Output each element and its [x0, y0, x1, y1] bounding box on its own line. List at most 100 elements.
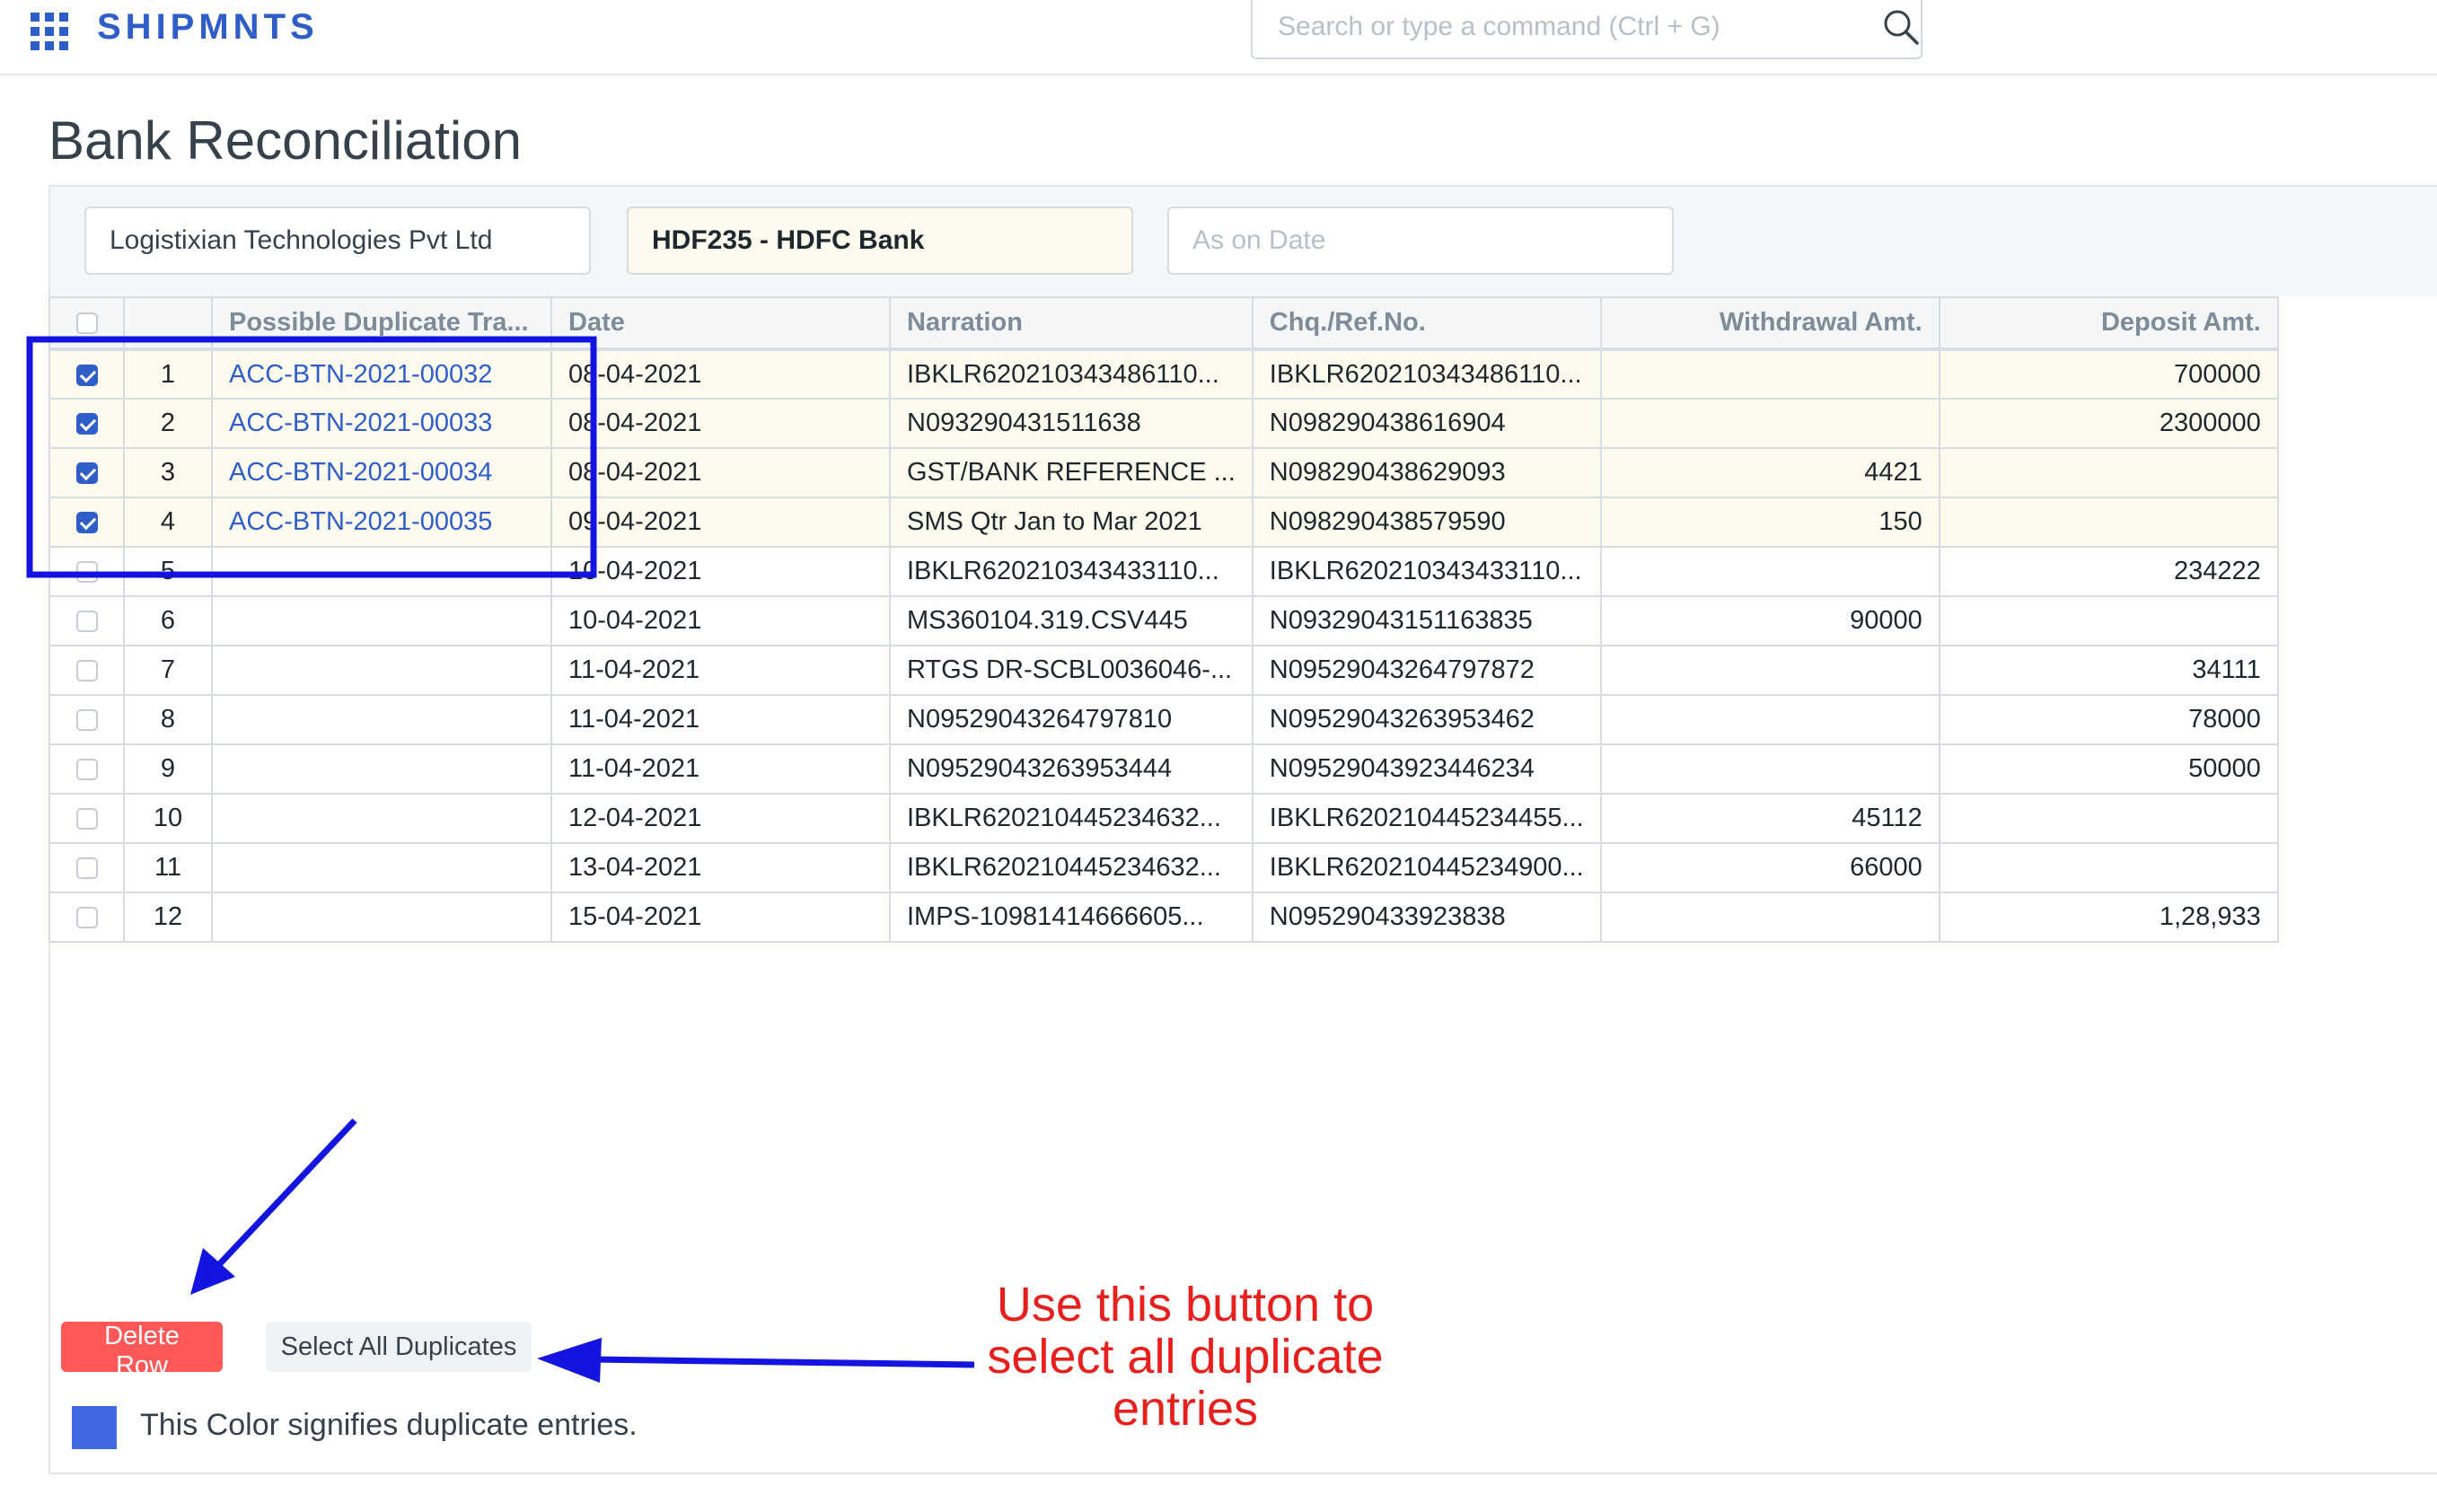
deposit-cell[interactable]: 34111 — [1938, 645, 2279, 696]
withdrawal-cell[interactable] — [1599, 348, 1940, 400]
table-row[interactable]: 7 11-04-2021 RTGS DR-SCBL0036046-... N09529… — [48, 645, 2279, 696]
row-checkbox[interactable] — [75, 462, 98, 485]
withdrawal-cell[interactable]: 150 — [1599, 497, 1940, 548]
ref-no-cell[interactable]: N09529043923446234 — [1251, 743, 1602, 795]
ref-no-cell[interactable]: IBKLR620210343433110... — [1251, 546, 1602, 597]
search-input[interactable] — [1276, 5, 1854, 48]
deposit-cell[interactable]: 1,28,933 — [1938, 892, 2279, 943]
narration-cell[interactable]: IBKLR620210445234632... — [889, 793, 1254, 844]
narration-cell[interactable]: IMPS-10981414666605... — [889, 892, 1254, 943]
withdrawal-cell[interactable] — [1599, 398, 1940, 449]
withdrawal-cell[interactable] — [1599, 546, 1940, 597]
date-cell[interactable]: 12-04-2021 — [550, 793, 891, 844]
withdrawal-cell[interactable] — [1599, 694, 1940, 745]
row-checkbox[interactable] — [75, 561, 98, 584]
table-row[interactable]: 2 ACC-BTN-2021-00033 08-04-2021 N0932904315… — [48, 398, 2279, 449]
ref-no-cell[interactable]: IBKLR620210445234455... — [1251, 793, 1602, 844]
narration-cell[interactable]: N09529043264797810 — [889, 694, 1254, 745]
date-cell[interactable]: 11-04-2021 — [550, 743, 891, 795]
date-cell[interactable]: 13-04-2021 — [550, 842, 891, 893]
ref-no-cell[interactable]: N095290433923838 — [1251, 892, 1602, 943]
narration-cell[interactable]: IBKLR620210343433110... — [889, 546, 1254, 597]
withdrawal-cell[interactable] — [1599, 743, 1940, 795]
deposit-cell[interactable]: 50000 — [1938, 743, 2279, 795]
header-narration[interactable]: Narration — [889, 296, 1254, 351]
table-row[interactable]: 3 ACC-BTN-2021-00034 08-04-2021 GST/BANK RE… — [48, 447, 2279, 498]
ref-no-cell[interactable]: N098290438629093 — [1251, 447, 1602, 498]
ref-no-cell[interactable]: N09329043151163835 — [1251, 595, 1602, 646]
apps-grid-icon[interactable] — [31, 13, 68, 50]
deposit-cell[interactable] — [1938, 497, 2279, 548]
row-checkbox-cell[interactable] — [48, 842, 125, 893]
narration-cell[interactable]: SMS Qtr Jan to Mar 2021 — [889, 497, 1254, 548]
possible-duplicate-cell[interactable] — [211, 595, 552, 646]
narration-cell[interactable]: GST/BANK REFERENCE ... — [889, 447, 1254, 498]
deposit-cell[interactable] — [1938, 842, 2279, 893]
deposit-cell[interactable]: 2300000 — [1938, 398, 2279, 449]
header-date[interactable]: Date — [550, 296, 891, 351]
possible-duplicate-cell[interactable]: ACC-BTN-2021-00032 — [211, 348, 552, 400]
date-cell[interactable]: 10-04-2021 — [550, 546, 891, 597]
narration-cell[interactable]: IBKLR620210343486110... — [889, 348, 1254, 400]
table-row[interactable]: 1 ACC-BTN-2021-00032 08-04-2021 IBKLR620210… — [48, 348, 2279, 400]
row-checkbox-cell[interactable] — [48, 793, 125, 844]
row-checkbox-cell[interactable] — [48, 348, 125, 400]
row-checkbox-cell[interactable] — [48, 743, 125, 795]
ref-no-cell[interactable]: N09529043263953462 — [1251, 694, 1602, 745]
bank-account-field[interactable]: HDF235 - HDFC Bank — [627, 207, 1133, 275]
possible-duplicate-cell[interactable] — [211, 793, 552, 844]
deposit-cell[interactable]: 700000 — [1938, 348, 2279, 400]
possible-duplicate-cell[interactable]: ACC-BTN-2021-00034 — [211, 447, 552, 498]
date-cell[interactable]: 08-04-2021 — [550, 447, 891, 498]
as-on-date-field[interactable]: As on Date — [1167, 207, 1674, 275]
possible-duplicate-cell[interactable]: ACC-BTN-2021-00035 — [211, 497, 552, 548]
row-checkbox[interactable] — [75, 413, 98, 435]
row-checkbox-cell[interactable] — [48, 645, 125, 696]
search-icon[interactable] — [1881, 7, 1921, 47]
row-checkbox[interactable] — [75, 808, 98, 831]
table-row[interactable]: 11 13-04-2021 IBKLR620210445234632... IBKLR… — [48, 842, 2279, 893]
row-checkbox[interactable] — [75, 611, 98, 633]
ref-no-cell[interactable]: N095290432647978​72 — [1251, 645, 1602, 696]
row-checkbox-cell[interactable] — [48, 447, 125, 498]
header-withdrawal[interactable]: Withdrawal Amt. — [1599, 296, 1940, 351]
deposit-cell[interactable] — [1938, 447, 2279, 498]
date-cell[interactable]: 08-04-2021 — [550, 398, 891, 449]
duplicate-link[interactable]: ACC-BTN-2021-00033 — [229, 409, 492, 437]
table-row[interactable]: 12 15-04-2021 IMPS-10981414666605... N09529… — [48, 892, 2279, 943]
delete-row-button[interactable]: Delete Row — [61, 1322, 223, 1380]
date-cell[interactable]: 15-04-2021 — [550, 892, 891, 943]
deposit-cell[interactable]: 234222 — [1938, 546, 2279, 597]
row-checkbox[interactable] — [75, 759, 98, 781]
possible-duplicate-cell[interactable] — [211, 694, 552, 745]
narration-cell[interactable]: N09529043263953444 — [889, 743, 1254, 795]
possible-duplicate-cell[interactable]: ACC-BTN-2021-00033 — [211, 398, 552, 449]
select-all-checkbox-cell[interactable] — [48, 296, 125, 351]
row-checkbox[interactable] — [75, 857, 98, 880]
search-box[interactable] — [1251, 0, 1922, 59]
possible-duplicate-cell[interactable] — [211, 546, 552, 597]
withdrawal-cell[interactable]: 90000 — [1599, 595, 1940, 646]
withdrawal-cell[interactable] — [1599, 892, 1940, 943]
row-checkbox-cell[interactable] — [48, 694, 125, 745]
row-checkbox-cell[interactable] — [48, 497, 125, 548]
withdrawal-cell[interactable] — [1599, 645, 1940, 696]
header-deposit[interactable]: Deposit Amt. — [1938, 296, 2279, 351]
row-checkbox[interactable] — [75, 709, 98, 732]
duplicate-link[interactable]: ACC-BTN-2021-00032 — [229, 360, 492, 389]
date-cell[interactable]: 09-04-2021 — [550, 497, 891, 548]
withdrawal-cell[interactable]: 4421 — [1599, 447, 1940, 498]
ref-no-cell[interactable]: IBKLR620210343486110... — [1251, 348, 1602, 400]
duplicate-link[interactable]: ACC-BTN-2021-00035 — [229, 507, 492, 536]
ref-no-cell[interactable]: IBKLR620210445234900... — [1251, 842, 1602, 893]
brand-logo[interactable]: SHIPMNTS — [97, 7, 319, 48]
table-row[interactable]: 6 10-04-2021 MS360104.319.CSV445 N093290431… — [48, 595, 2279, 646]
row-checkbox-cell[interactable] — [48, 546, 125, 597]
date-cell[interactable]: 10-04-2021 — [550, 595, 891, 646]
table-row[interactable]: 9 11-04-2021 N09529043263953444 N0952904392… — [48, 743, 2279, 795]
narration-cell[interactable]: RTGS DR-SCBL0036046-... — [889, 645, 1254, 696]
row-checkbox-cell[interactable] — [48, 595, 125, 646]
possible-duplicate-cell[interactable] — [211, 892, 552, 943]
row-checkbox-cell[interactable] — [48, 398, 125, 449]
narration-cell[interactable]: MS360104.319.CSV445 — [889, 595, 1254, 646]
